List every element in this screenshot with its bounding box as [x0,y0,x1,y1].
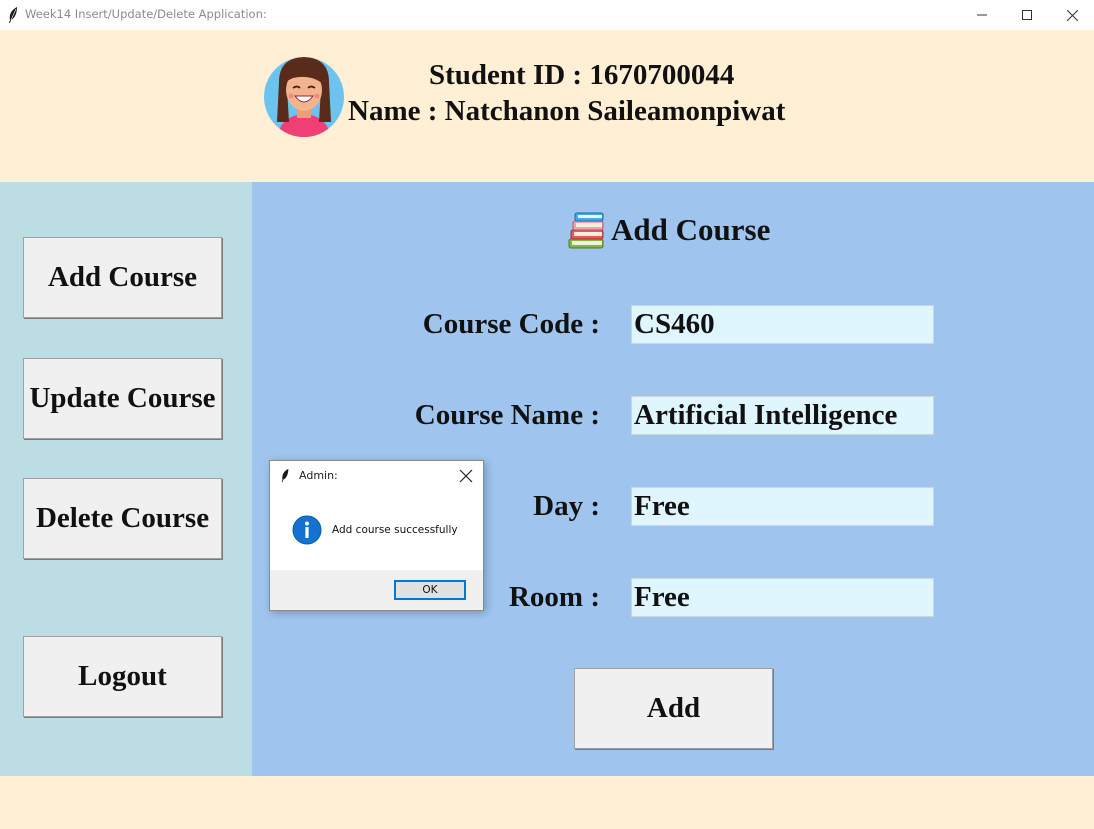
sidebar-logout-button[interactable]: Logout [23,636,222,717]
sidebar-add-course-button[interactable]: Add Course [23,237,222,318]
feather-app-icon [281,468,289,483]
course-name-input[interactable]: Artificial Intelligence [631,396,934,435]
dialog-title: Admin: [299,469,338,482]
dialog-message: Add course successfully [332,524,458,536]
page-title: Add Course [611,212,771,247]
student-name: Name : Natchanon Saileamonpiwat [348,95,786,127]
maximize-icon [1022,10,1032,20]
message-dialog: Admin: Add course successfully OK [269,460,484,611]
course-code-input[interactable]: CS460 [631,305,934,344]
maximize-button[interactable] [1004,0,1050,30]
course-code-label: Course Code : [422,308,600,340]
dialog-close-icon[interactable] [459,469,473,483]
window-titlebar: Week14 Insert/Update/Delete Application: [0,0,1094,30]
feather-app-icon [9,7,17,23]
minimize-icon [977,14,987,16]
student-id: Student ID : 1670700044 [429,59,735,91]
close-icon [1066,9,1078,21]
girl-avatar-icon [264,57,344,137]
window-title: Week14 Insert/Update/Delete Application: [25,7,267,21]
footer-panel [0,776,1094,829]
ok-button[interactable]: OK [394,580,466,600]
dialog-footer: OK [270,570,483,610]
books-icon [568,212,604,249]
minimize-button[interactable] [959,0,1005,30]
sidebar-update-course-button[interactable]: Update Course [23,358,222,439]
day-input[interactable]: Free [631,487,934,526]
dialog-titlebar: Admin: [270,461,483,491]
course-name-label: Course Name : [414,399,600,431]
close-window-button[interactable] [1049,0,1094,30]
add-button[interactable]: Add [574,668,773,749]
info-icon [292,515,322,545]
room-input[interactable]: Free [631,578,934,617]
sidebar-delete-course-button[interactable]: Delete Course [23,478,222,559]
